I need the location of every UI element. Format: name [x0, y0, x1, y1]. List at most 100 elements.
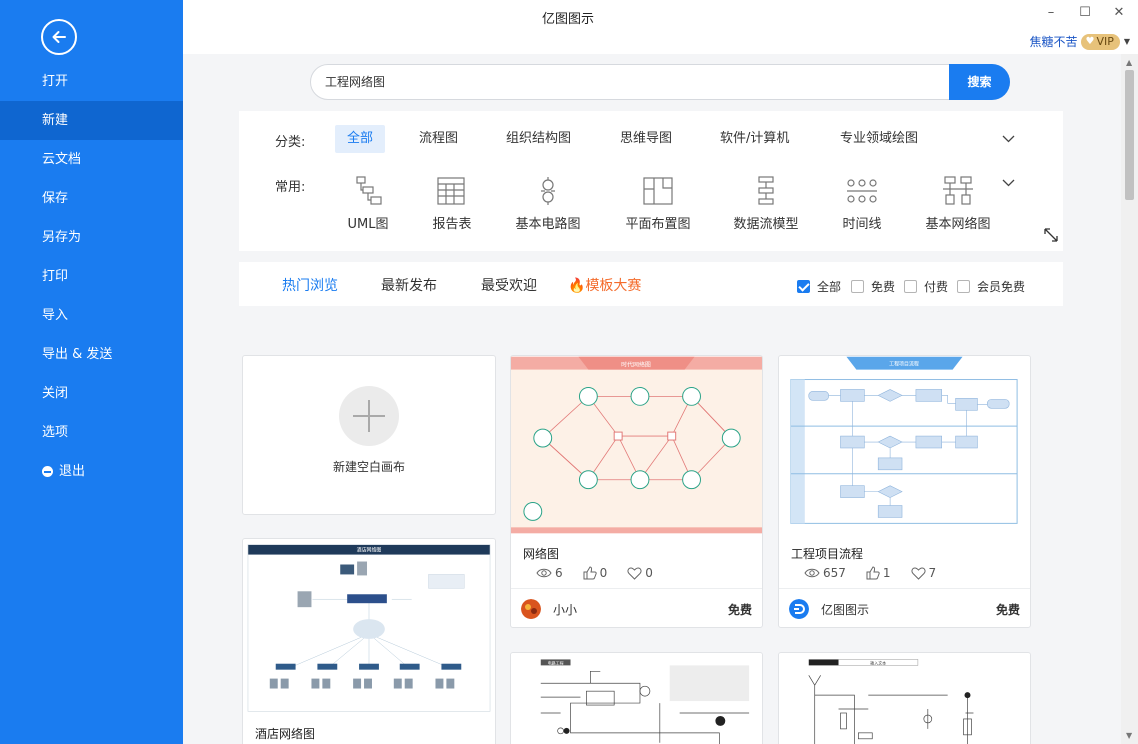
common-item-label: UML图 — [347, 217, 389, 232]
category-all[interactable]: 全部 — [335, 125, 386, 153]
category-org-chart[interactable]: 组织结构图 — [494, 125, 583, 153]
scroll-thumb[interactable] — [1125, 70, 1134, 200]
template-tabs: 热门浏览 最新发布 最受欢迎 🔥模板大赛 全部 免费 付费 会员免费 — [239, 262, 1063, 306]
close-button[interactable]: ✕ — [1112, 6, 1126, 20]
checkbox[interactable] — [851, 280, 864, 293]
common-item-circuit[interactable]: 基本电路图 — [503, 175, 593, 232]
sidebar-item-print[interactable]: 打印 — [0, 257, 183, 296]
thumbnail-title: 时代网络图 — [621, 361, 651, 369]
filter-paid[interactable]: 付费 — [904, 278, 948, 295]
search-box: 搜索 — [310, 64, 1010, 100]
maximize-button[interactable]: ☐ — [1078, 6, 1092, 20]
sidebar-item-save-as[interactable]: 另存为 — [0, 218, 183, 257]
scroll-down-icon[interactable]: ▼ — [1126, 731, 1132, 740]
common-item-timeline[interactable]: 时间线 — [817, 175, 907, 232]
favs-stat[interactable]: 0 — [627, 566, 653, 580]
thumbnail-title: 插入文本 — [870, 660, 886, 665]
caret-down-icon[interactable]: ▼ — [1124, 37, 1130, 46]
avatar[interactable] — [521, 599, 541, 619]
search-button[interactable]: 搜索 — [949, 64, 1010, 100]
heart-icon — [911, 566, 926, 580]
card-stats: 6 0 0 — [536, 566, 653, 580]
author-name[interactable]: 亿图图示 — [821, 601, 869, 618]
search-input[interactable] — [325, 74, 925, 88]
common-item-label: 平面布置图 — [625, 217, 691, 232]
template-card[interactable]: 工程项目流程 工程项目流程 657 1 7 亿图图示 免费 — [778, 355, 1031, 628]
common-item-report[interactable]: 报告表 — [407, 175, 497, 232]
tab-popular[interactable]: 最受欢迎 — [481, 275, 537, 295]
sidebar-item-label: 保存 — [42, 191, 69, 206]
author-name[interactable]: 小小 — [553, 601, 577, 618]
favs-count: 0 — [645, 566, 653, 580]
floorplan-icon — [643, 177, 673, 205]
common-item-uml[interactable]: UML图 — [323, 175, 413, 232]
avatar[interactable] — [789, 599, 809, 619]
likes-stat[interactable]: 1 — [866, 566, 891, 580]
card-title: 酒店网络图 — [255, 727, 316, 741]
template-card[interactable]: 酒店网络图 酒店网络图 — [242, 538, 496, 744]
common-item-network[interactable]: 基本网络图 — [913, 175, 1003, 232]
category-flowchart[interactable]: 流程图 — [407, 125, 470, 153]
chevron-down-icon[interactable] — [1002, 135, 1015, 143]
sidebar-item-save[interactable]: 保存 — [0, 179, 183, 218]
card-stats: 657 1 7 — [804, 566, 936, 580]
app-title: 亿图图示 — [541, 12, 594, 27]
vip-badge[interactable]: ♥ VIP — [1081, 33, 1120, 50]
filter-all[interactable]: 全部 — [797, 278, 841, 295]
template-card[interactable]: 电路工程 — [510, 652, 763, 744]
scroll-up-icon[interactable]: ▲ — [1126, 58, 1132, 67]
expand-icon[interactable] — [1043, 227, 1059, 243]
vertical-scrollbar[interactable]: ▲ ▼ — [1121, 54, 1138, 744]
likes-count: 0 — [599, 566, 608, 580]
sidebar-item-close[interactable]: 关闭 — [0, 374, 183, 413]
sidebar-item-export[interactable]: 导出 & 发送 — [0, 335, 183, 374]
checkbox[interactable] — [797, 280, 810, 293]
tab-hot[interactable]: 热门浏览 — [282, 275, 338, 295]
tab-contest[interactable]: 🔥模板大赛 — [568, 275, 641, 295]
filter-label: 免费 — [871, 280, 896, 294]
new-blank-canvas-card[interactable]: 新建空白画布 — [242, 355, 496, 515]
sidebar-item-options[interactable]: 选项 — [0, 413, 183, 452]
common-item-floorplan[interactable]: 平面布置图 — [613, 175, 703, 232]
category-mind-map[interactable]: 思维导图 — [608, 125, 684, 153]
common-item-dataflow[interactable]: 数据流模型 — [721, 175, 811, 232]
checkbox[interactable] — [904, 280, 917, 293]
title-bar: 亿图图示 – ☐ ✕ 焦糖不苦 ♥ VIP ▼ — [183, 0, 1138, 54]
arrow-left-icon — [52, 31, 66, 43]
filter-member-free[interactable]: 会员免费 — [957, 278, 1025, 295]
sidebar-item-label: 选项 — [42, 425, 69, 440]
thumbnail-title: 工程项目流程 — [889, 361, 919, 368]
tab-latest[interactable]: 最新发布 — [381, 275, 437, 295]
category-software[interactable]: 软件/计算机 — [708, 125, 801, 153]
filter-free[interactable]: 免费 — [851, 278, 895, 295]
sidebar-item-open[interactable]: 打开 — [0, 62, 183, 101]
template-card[interactable]: 时代网络图 网络图 6 0 0 小小 免费 — [510, 355, 763, 628]
chevron-down-icon[interactable] — [1002, 179, 1015, 187]
sidebar-item-new[interactable]: 新建 — [0, 101, 183, 140]
report-icon — [437, 177, 465, 205]
user-name[interactable]: 焦糖不苦 — [1029, 33, 1077, 50]
plus-icon[interactable] — [339, 386, 399, 446]
template-thumbnail: 插入文本 — [779, 653, 1030, 744]
filter-label: 全部 — [817, 280, 842, 294]
likes-stat[interactable]: 0 — [583, 566, 608, 580]
favs-stat[interactable]: 7 — [911, 566, 936, 580]
minimize-button[interactable]: – — [1044, 6, 1058, 20]
common-item-label: 数据流模型 — [733, 217, 799, 232]
thumbs-up-icon — [866, 566, 880, 580]
user-menu[interactable]: 焦糖不苦 ♥ VIP ▼ — [1029, 33, 1130, 50]
heart-icon — [627, 566, 642, 580]
sidebar-item-import[interactable]: 导入 — [0, 296, 183, 335]
back-button[interactable] — [41, 19, 77, 55]
thumbs-up-icon — [583, 566, 597, 580]
common-item-label: 报告表 — [432, 217, 472, 232]
sidebar-item-label: 打开 — [42, 74, 69, 89]
price-badge: 免费 — [727, 603, 752, 617]
template-card[interactable]: 插入文本 — [778, 652, 1031, 744]
category-professional[interactable]: 专业领域绘图 — [828, 125, 930, 153]
common-item-label: 基本网络图 — [925, 217, 991, 232]
checkbox[interactable] — [957, 280, 970, 293]
vip-heart-icon: ♥ — [1085, 35, 1095, 47]
sidebar-item-exit[interactable]: 退出 — [0, 452, 183, 491]
sidebar-item-cloud-docs[interactable]: 云文档 — [0, 140, 183, 179]
